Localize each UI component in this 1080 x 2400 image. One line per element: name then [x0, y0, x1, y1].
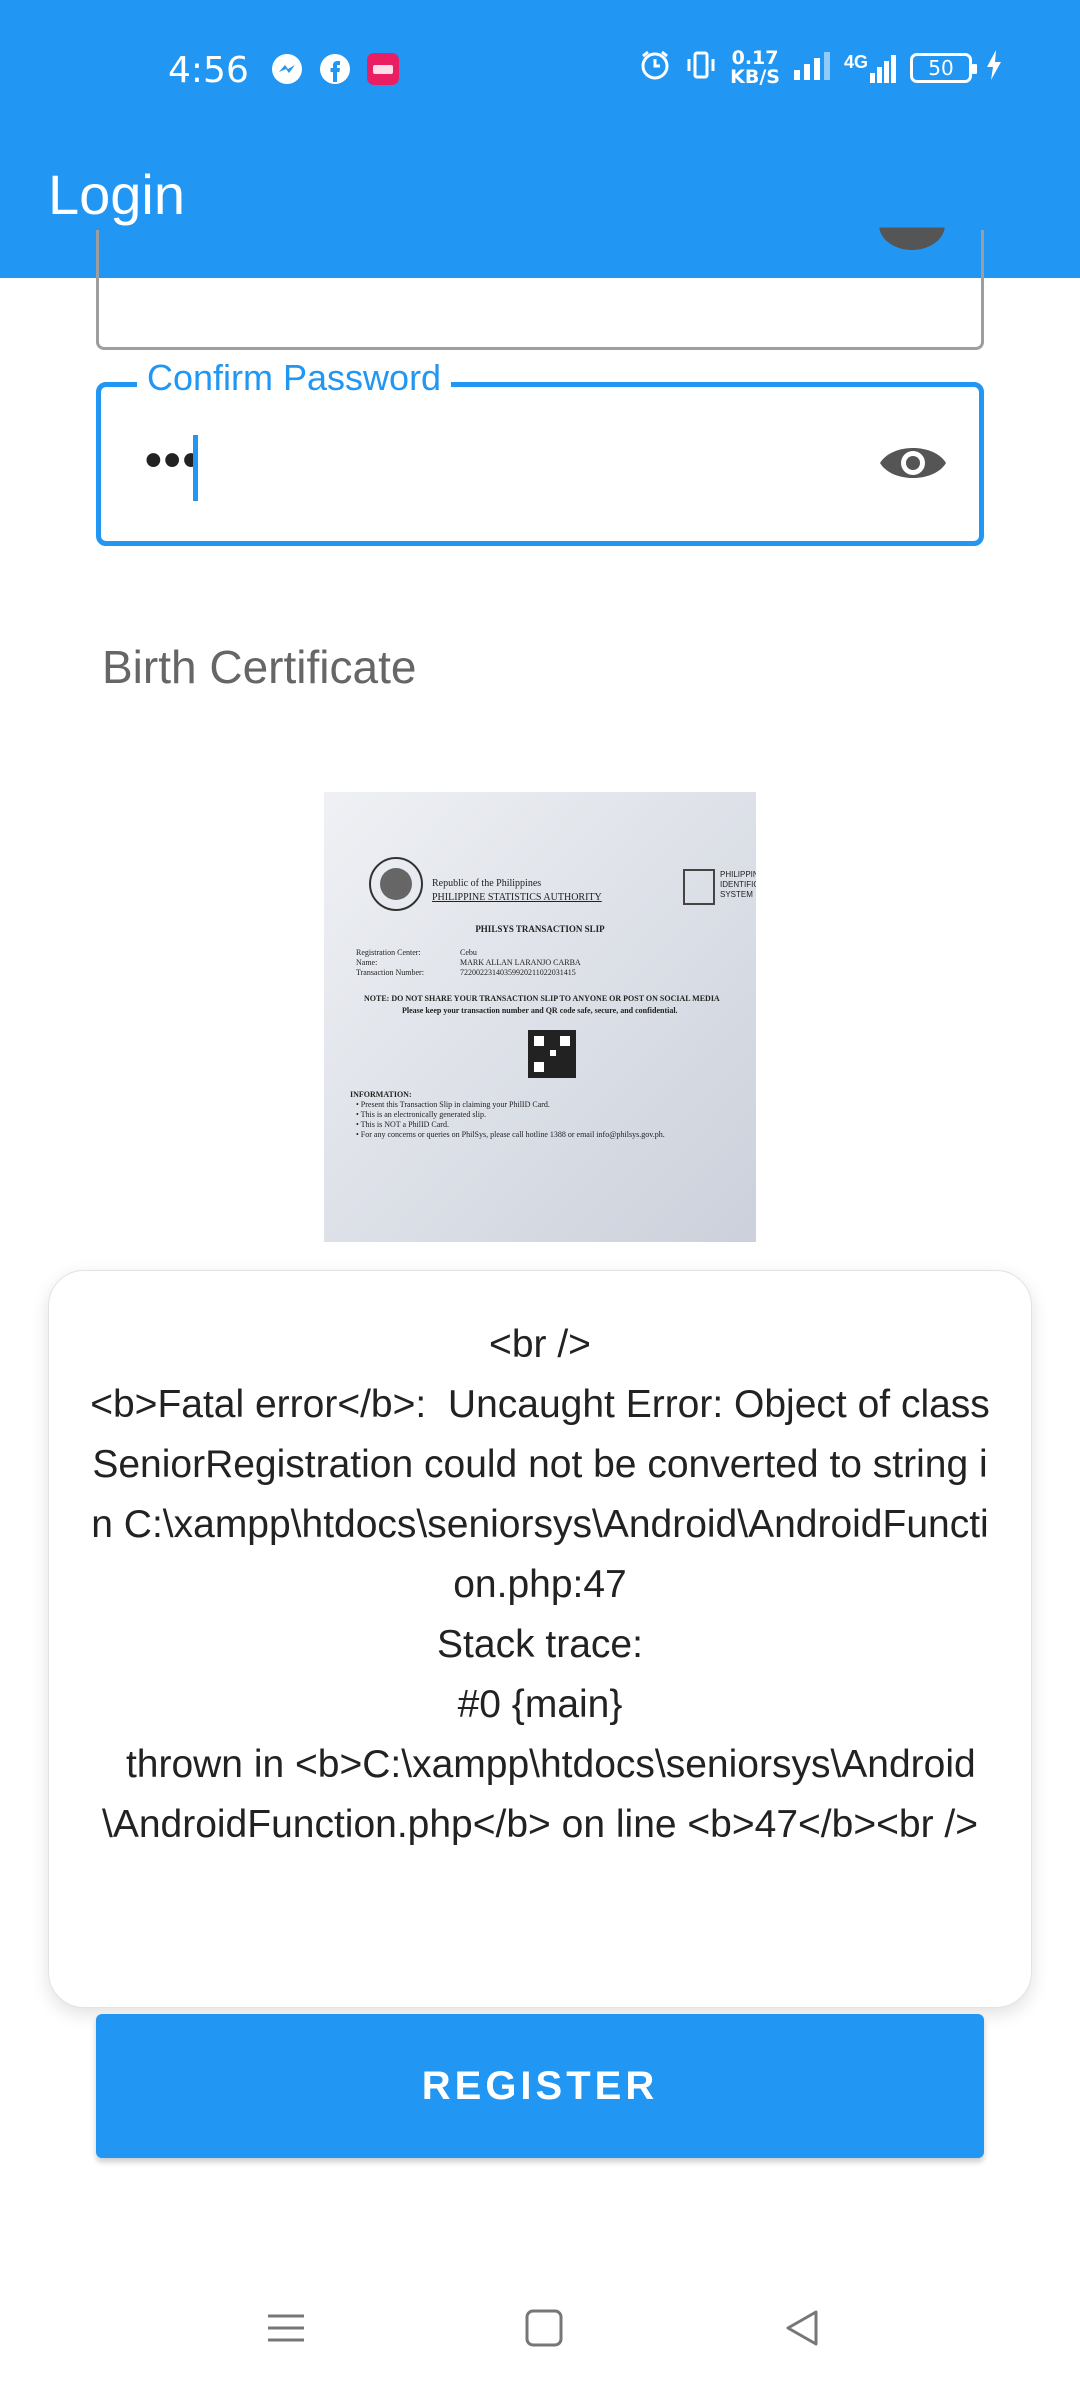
alarm-icon [638, 48, 672, 87]
vibrate-icon [684, 48, 718, 87]
cert-note2: Please keep your transaction number and … [402, 1006, 678, 1015]
cert-text: Republic of the Philippines PHILIPPINE S… [324, 792, 756, 1242]
cert-info2: • This is an electronically generated sl… [356, 1110, 486, 1119]
signal-4g-icon: 4G [844, 53, 898, 83]
cert-info1: • Present this Transaction Slip in claim… [356, 1100, 550, 1109]
register-button-label: REGISTER [421, 2063, 659, 2108]
cert-field2-value: MARK ALLAN LARANJO CARBA [460, 958, 581, 967]
cert-header-line1: Republic of the Philippines [432, 878, 542, 889]
cert-note: NOTE: DO NOT SHARE YOUR TRANSACTION SLIP… [364, 994, 720, 1003]
cert-fields: Registration Center: Cebu Name: MARK ALLAN… [356, 948, 581, 978]
status-bar: 4:56 0.17 KB/S 4G 50 [0, 0, 1080, 140]
error-message: <br /> <b>Fatal error</b>: Uncaught Erro… [90, 1323, 990, 1846]
network-speed-value: 0.17 [731, 46, 779, 69]
navigation-bar [0, 2270, 1080, 2400]
confirm-password-label: Confirm Password [137, 357, 452, 399]
signal-icon [792, 50, 832, 85]
network-speed: 0.17 KB/S [730, 46, 780, 88]
battery-level: 50 [928, 55, 954, 80]
battery-icon: 50 [910, 52, 977, 83]
cert-side-label: PHILIPPINE IDENTIFICATION SYSTEM [720, 870, 756, 899]
network-type: 4G [843, 51, 868, 72]
cert-info: INFORMATION: • Present this Transaction … [350, 1090, 750, 1140]
cert-header-line2: PHILIPPINE STATISTICS AUTHORITY [432, 892, 602, 903]
cert-field1-value: Cebu [460, 948, 477, 957]
password-field[interactable] [96, 227, 984, 350]
birth-certificate-image[interactable]: Republic of the Philippines PHILIPPINE S… [324, 792, 756, 1242]
cert-field1-label: Registration Center: [356, 948, 421, 957]
network-speed-unit: KB/S [730, 65, 780, 88]
home-icon[interactable] [504, 2288, 584, 2368]
page-title: Login [48, 163, 186, 226]
cert-field3-value: 72200223140359920211022031415 [460, 968, 576, 977]
status-right: 0.17 KB/S 4G 50 [638, 48, 1004, 87]
text-cursor [193, 435, 198, 501]
back-icon[interactable] [762, 2288, 842, 2368]
menu-icon[interactable] [246, 2288, 326, 2368]
notification-icons [270, 52, 400, 86]
cert-title: PHILSYS TRANSACTION SLIP [475, 924, 605, 934]
messenger-icon [270, 52, 304, 86]
cert-field2-label: Name: [356, 958, 378, 967]
status-time: 4:56 [168, 50, 249, 91]
charging-icon [984, 48, 1004, 87]
error-dialog: <br /> <b>Fatal error</b>: Uncaught Erro… [48, 1270, 1032, 2008]
cert-info-title: INFORMATION: [350, 1090, 412, 1099]
cert-info3: • This is NOT a PhilID Card. [356, 1120, 449, 1129]
cert-info4: • For any concerns or queries on PhilSys… [356, 1130, 665, 1139]
birth-certificate-label: Birth Certificate [102, 641, 417, 693]
register-button[interactable]: REGISTER [96, 2014, 984, 2158]
visibility-eye-icon[interactable] [877, 427, 949, 499]
facebook-icon [318, 52, 352, 86]
confirm-password-field[interactable]: Confirm Password ••• [96, 357, 984, 546]
cert-field3-label: Transaction Number: [356, 968, 424, 977]
app-notification-icon [366, 52, 400, 86]
